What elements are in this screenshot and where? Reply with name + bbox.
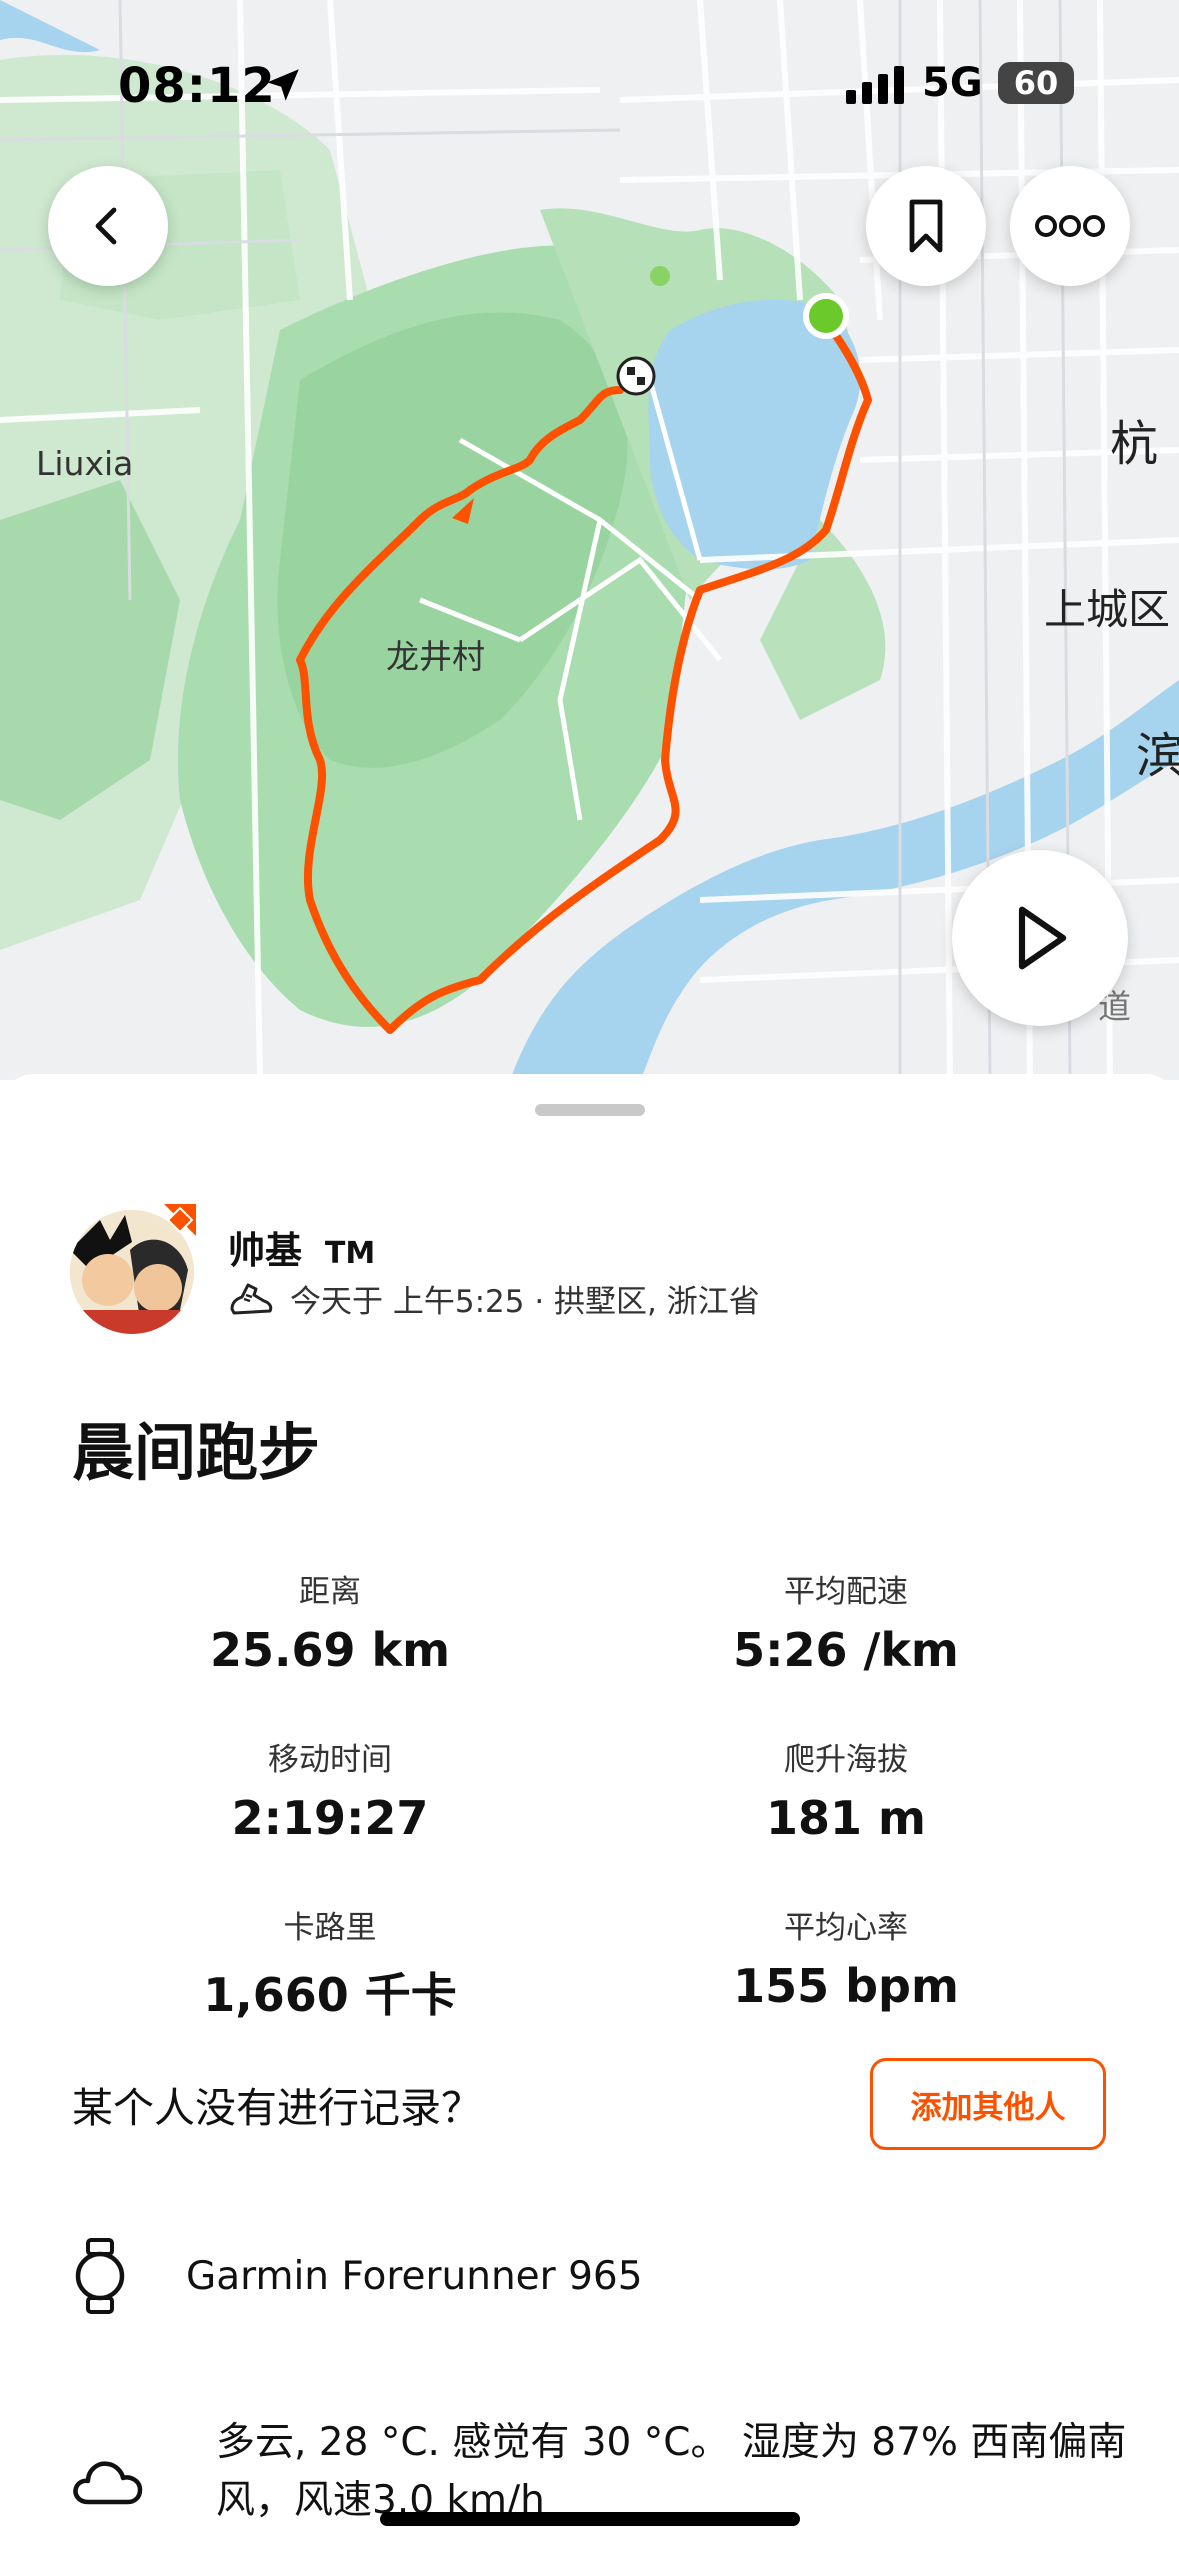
stat-label: 平均心率: [784, 1910, 908, 1946]
map-label-longjing: 龙井村: [386, 637, 485, 676]
map-label-shangcheng: 上城区: [1044, 585, 1171, 634]
stat-moving-time: 移动时间 2:19:27: [70, 1734, 590, 1845]
more-options-button[interactable]: [1010, 166, 1130, 286]
battery-level: 60: [998, 62, 1074, 104]
status-time: 08:12: [118, 58, 276, 114]
chevron-left-icon: [95, 207, 117, 245]
status-bar: 08:12 5G 60: [0, 0, 1179, 150]
running-shoe-icon: [230, 1283, 273, 1314]
play-flyover-button[interactable]: [952, 850, 1128, 1026]
bookmark-icon: [909, 199, 943, 253]
play-icon: [1018, 906, 1067, 970]
stat-value: 1,660 千卡: [203, 1968, 457, 2022]
stat-value: 155 bpm: [733, 1959, 959, 2013]
add-others-button[interactable]: 添加其他人: [870, 2058, 1106, 2150]
activity-meta-text: 今天于 上午5:25 · 拱墅区, 浙江省: [290, 1284, 760, 1320]
location-arrow-icon: [267, 69, 299, 101]
stat-value: 25.69 km: [209, 1623, 451, 1677]
activity-detail-sheet: 帅基 TM 今天于 上午5:25 · 拱墅区, 浙江省 晨间跑步 距离 25.6…: [0, 1074, 1179, 2556]
stat-value: 5:26 /km: [733, 1623, 959, 1677]
device-name: Garmin Forerunner 965: [186, 2253, 643, 2299]
device-row[interactable]: Garmin Forerunner 965: [72, 2238, 643, 2314]
stat-label: 卡路里: [283, 1910, 377, 1946]
cellular-signal-icon: [846, 66, 904, 104]
map-label-bin: 滨: [1136, 728, 1179, 784]
map-label-liuxia: Liuxia: [36, 444, 134, 483]
activity-title[interactable]: 晨间跑步: [72, 1402, 320, 1492]
stat-label: 平均配速: [784, 1574, 908, 1610]
sheet-drag-handle[interactable]: [535, 1104, 645, 1116]
athlete-name[interactable]: 帅基 TM: [228, 1220, 375, 1274]
home-indicator[interactable]: [380, 2512, 800, 2526]
map-label-hangzhou: 杭: [1110, 416, 1159, 472]
watch-icon: [75, 2238, 125, 2314]
stat-value: 181 m: [766, 1791, 926, 1845]
bookmark-button[interactable]: [866, 166, 986, 286]
network-type: 5G: [922, 60, 983, 106]
stat-distance: 距离 25.69 km: [70, 1566, 590, 1677]
stat-calories: 卡路里 1,660 千卡: [70, 1902, 590, 2025]
cloud-icon: [73, 2461, 143, 2505]
stat-label: 爬升海拔: [784, 1742, 908, 1778]
athlete-name-text: 帅基: [228, 1229, 302, 1272]
stat-value: 2:19:27: [231, 1791, 429, 1845]
more-dots-icon: [1035, 215, 1105, 237]
stat-avg-pace: 平均配速 5:26 /km: [586, 1566, 1106, 1677]
back-button[interactable]: [48, 166, 168, 286]
stat-label: 移动时间: [268, 1742, 392, 1778]
add-others-prompt: 某个人没有进行记录？: [72, 2084, 482, 2132]
stat-label: 距离: [299, 1574, 361, 1610]
stat-avg-heart-rate: 平均心率 155 bpm: [586, 1902, 1106, 2013]
subscriber-badge-icon: [164, 1204, 196, 1236]
stat-elevation-gain: 爬升海拔 181 m: [586, 1734, 1106, 1845]
activity-meta: 今天于 上午5:25 · 拱墅区, 浙江省: [228, 1276, 760, 1321]
athlete-name-tm: TM: [324, 1236, 376, 1271]
